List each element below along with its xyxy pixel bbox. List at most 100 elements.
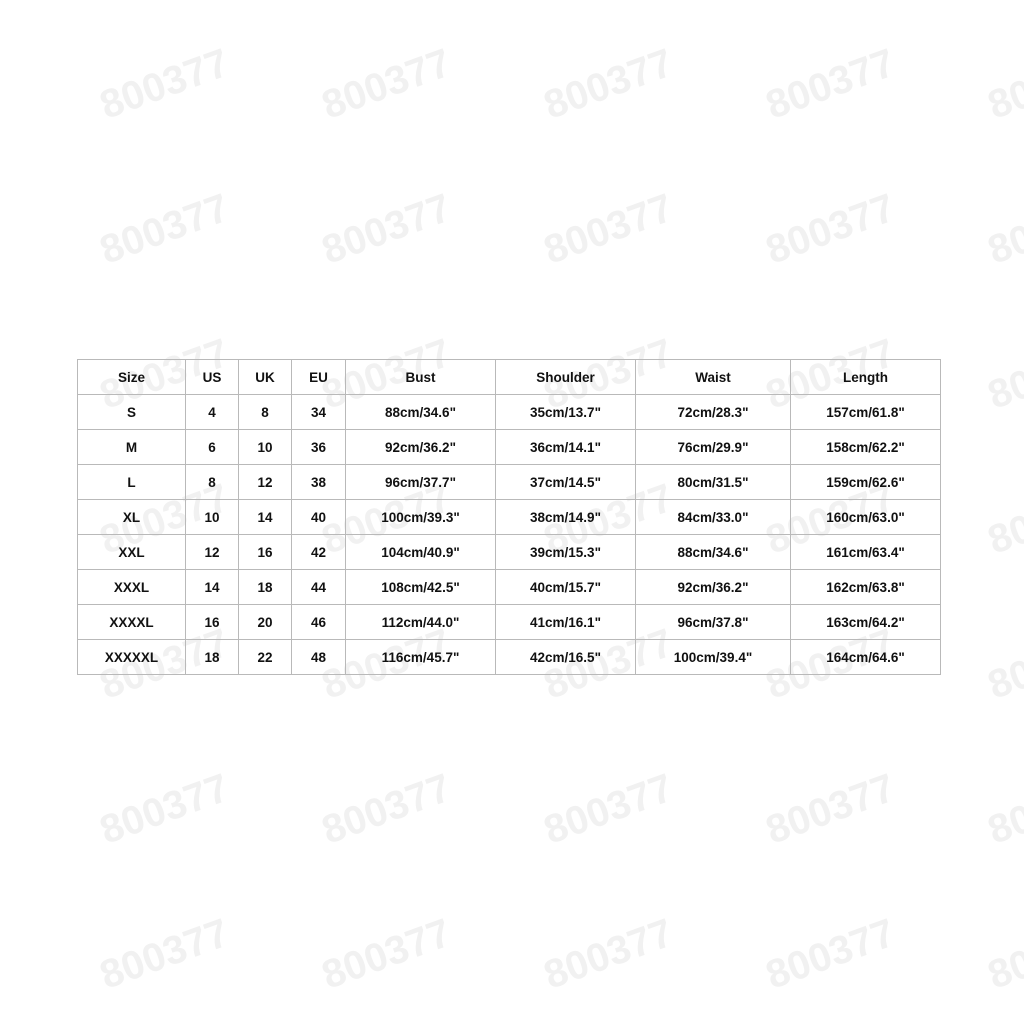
watermark-text: 800377: [538, 765, 679, 853]
watermark-text: 800377: [94, 185, 235, 273]
watermark-text: 800377: [538, 40, 679, 128]
cell-uk: 18: [238, 569, 292, 605]
cell-eu: 42: [291, 534, 346, 570]
cell-size: XXL: [77, 534, 186, 570]
cell-uk: 10: [238, 429, 292, 465]
cell-us: 14: [185, 569, 239, 605]
cell-waist: 84cm/33.0": [635, 499, 791, 535]
column-header-shoulder: Shoulder: [495, 359, 636, 395]
size-chart-page: 800377 800377 800377 800377 800377 800377 8003…: [0, 0, 1024, 1024]
cell-uk: 20: [238, 604, 292, 640]
cell-waist: 92cm/36.2": [635, 569, 791, 605]
cell-eu: 34: [291, 394, 346, 430]
watermark-text: 800377: [316, 40, 457, 128]
table-header-row: Size US UK EU Bust Shoulder Waist Length: [77, 359, 941, 395]
cell-shoulder: 40cm/15.7": [495, 569, 636, 605]
cell-waist: 80cm/31.5": [635, 464, 791, 500]
cell-waist: 100cm/39.4": [635, 639, 791, 675]
cell-us: 18: [185, 639, 239, 675]
cell-eu: 46: [291, 604, 346, 640]
watermark-text: 800377: [982, 620, 1024, 708]
cell-waist: 76cm/29.9": [635, 429, 791, 465]
watermark-text: 800377: [94, 765, 235, 853]
cell-waist: 72cm/28.3": [635, 394, 791, 430]
cell-shoulder: 35cm/13.7": [495, 394, 636, 430]
cell-bust: 104cm/40.9": [345, 534, 496, 570]
cell-size: S: [77, 394, 186, 430]
cell-length: 161cm/63.4": [790, 534, 941, 570]
table-row: XXXXXL 18 22 48 116cm/45.7" 42cm/16.5" 100cm/3…: [77, 639, 941, 675]
watermark-text: 800377: [94, 910, 235, 998]
column-header-bust: Bust: [345, 359, 496, 395]
cell-us: 8: [185, 464, 239, 500]
cell-us: 4: [185, 394, 239, 430]
size-chart-table: Size US UK EU Bust Shoulder Waist Length…: [77, 359, 941, 675]
cell-size: L: [77, 464, 186, 500]
cell-us: 10: [185, 499, 239, 535]
column-header-us: US: [185, 359, 239, 395]
cell-bust: 96cm/37.7": [345, 464, 496, 500]
watermark-text: 800377: [316, 765, 457, 853]
cell-shoulder: 38cm/14.9": [495, 499, 636, 535]
table-row: S 4 8 34 88cm/34.6" 35cm/13.7" 72cm/28.3" 157cm…: [77, 394, 941, 430]
cell-size: M: [77, 429, 186, 465]
cell-waist: 88cm/34.6": [635, 534, 791, 570]
cell-length: 162cm/63.8": [790, 569, 941, 605]
watermark-text: 800377: [760, 765, 901, 853]
watermark-text: 800377: [0, 40, 13, 128]
watermark-text: 800377: [538, 185, 679, 273]
cell-uk: 16: [238, 534, 292, 570]
cell-length: 158cm/62.2": [790, 429, 941, 465]
cell-us: 6: [185, 429, 239, 465]
table-row: XXL 12 16 42 104cm/40.9" 39cm/15.3" 88cm/34.6"…: [77, 534, 941, 570]
cell-shoulder: 42cm/16.5": [495, 639, 636, 675]
watermark-text: 800377: [0, 475, 13, 563]
watermark-text: 800377: [982, 765, 1024, 853]
watermark-text: 800377: [538, 910, 679, 998]
column-header-waist: Waist: [635, 359, 791, 395]
watermark-text: 800377: [982, 475, 1024, 563]
cell-us: 12: [185, 534, 239, 570]
cell-eu: 36: [291, 429, 346, 465]
cell-shoulder: 36cm/14.1": [495, 429, 636, 465]
table-row: XXXL 14 18 44 108cm/42.5" 40cm/15.7" 92cm/36.2…: [77, 569, 941, 605]
column-header-length: Length: [790, 359, 941, 395]
cell-length: 163cm/64.2": [790, 604, 941, 640]
watermark-text: 800377: [94, 40, 235, 128]
cell-shoulder: 39cm/15.3": [495, 534, 636, 570]
cell-bust: 112cm/44.0": [345, 604, 496, 640]
cell-us: 16: [185, 604, 239, 640]
watermark-text: 800377: [982, 910, 1024, 998]
table-row: M 6 10 36 92cm/36.2" 36cm/14.1" 76cm/29.9" 158c…: [77, 429, 941, 465]
cell-waist: 96cm/37.8": [635, 604, 791, 640]
watermark-text: 800377: [0, 620, 13, 708]
watermark-text: 800377: [982, 185, 1024, 273]
cell-size: XL: [77, 499, 186, 535]
watermark-text: 800377: [0, 330, 13, 418]
watermark-text: 800377: [0, 910, 13, 998]
cell-eu: 48: [291, 639, 346, 675]
watermark-text: 800377: [982, 330, 1024, 418]
cell-length: 159cm/62.6": [790, 464, 941, 500]
cell-uk: 22: [238, 639, 292, 675]
table-row: L 8 12 38 96cm/37.7" 37cm/14.5" 80cm/31.5" 159c…: [77, 464, 941, 500]
cell-bust: 108cm/42.5": [345, 569, 496, 605]
watermark-text: 800377: [760, 910, 901, 998]
cell-bust: 116cm/45.7": [345, 639, 496, 675]
table-row: XXXXL 16 20 46 112cm/44.0" 41cm/16.1" 96cm/37.…: [77, 604, 941, 640]
cell-eu: 44: [291, 569, 346, 605]
cell-length: 160cm/63.0": [790, 499, 941, 535]
size-chart-table-container: Size US UK EU Bust Shoulder Waist Length…: [77, 359, 941, 675]
cell-length: 164cm/64.6": [790, 639, 941, 675]
column-header-size: Size: [77, 359, 186, 395]
column-header-uk: UK: [238, 359, 292, 395]
watermark-text: 800377: [760, 185, 901, 273]
table-header: Size US UK EU Bust Shoulder Waist Length: [77, 359, 941, 395]
cell-shoulder: 37cm/14.5": [495, 464, 636, 500]
cell-size: XXXL: [77, 569, 186, 605]
watermark-text: 800377: [982, 40, 1024, 128]
cell-eu: 38: [291, 464, 346, 500]
cell-eu: 40: [291, 499, 346, 535]
cell-bust: 100cm/39.3": [345, 499, 496, 535]
cell-length: 157cm/61.8": [790, 394, 941, 430]
